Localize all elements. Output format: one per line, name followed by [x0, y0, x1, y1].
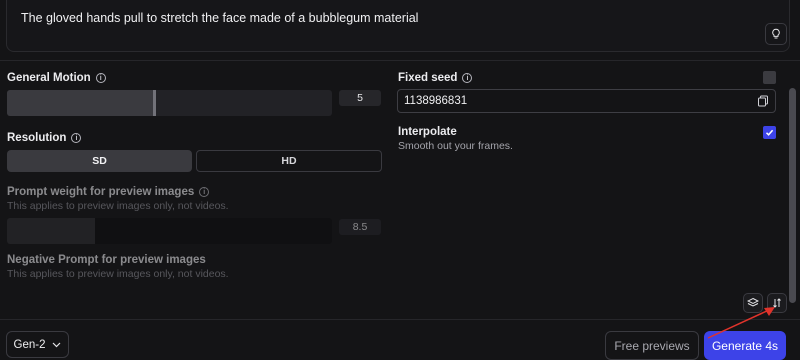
- negative-prompt-description: This applies to preview images only, not…: [7, 268, 229, 280]
- resolution-label: Resolution i: [7, 132, 82, 144]
- fixed-seed-label: Fixed seed i: [398, 72, 473, 84]
- general-motion-slider[interactable]: [7, 90, 332, 116]
- prompt-weight-label: Prompt weight for preview images i: [7, 186, 210, 198]
- info-icon[interactable]: i: [199, 187, 210, 197]
- chevron-down-icon: [53, 342, 61, 347]
- checkmark-icon: [765, 129, 774, 136]
- interpolate-checkbox[interactable]: [763, 126, 776, 139]
- layers-icon: [747, 297, 759, 307]
- settings-scrollbar[interactable]: [789, 88, 796, 303]
- copy-icon[interactable]: [757, 95, 769, 107]
- negative-prompt-label: Negative Prompt for preview images: [7, 254, 206, 266]
- interpolate-description: Smooth out your frames.: [398, 140, 513, 152]
- model-select-label: Gen-2: [13, 338, 46, 351]
- lightbulb-icon: [772, 28, 780, 39]
- prompt-box[interactable]: The gloved hands pull to stretch the fac…: [6, 0, 790, 52]
- fixed-seed-checkbox[interactable]: [763, 71, 776, 84]
- info-icon[interactable]: i: [71, 133, 82, 143]
- section-divider: [0, 60, 800, 61]
- prompt-text[interactable]: The gloved hands pull to stretch the fac…: [21, 11, 418, 25]
- prompt-hint-button[interactable]: [765, 23, 787, 45]
- resolution-sd-button[interactable]: SD: [7, 150, 192, 172]
- slider-fill: [7, 90, 153, 116]
- prompt-weight-slider[interactable]: [7, 218, 332, 244]
- slider-handle[interactable]: [153, 90, 156, 116]
- swap-arrows-icon: [773, 298, 781, 308]
- footer-divider: [0, 319, 800, 320]
- layers-button[interactable]: [743, 293, 763, 313]
- info-icon[interactable]: i: [462, 73, 473, 83]
- interpolate-label: Interpolate: [398, 126, 457, 138]
- general-motion-value[interactable]: 5: [339, 90, 381, 106]
- prompt-weight-description: This applies to preview images only, not…: [7, 200, 229, 212]
- info-icon[interactable]: i: [95, 73, 106, 83]
- prompt-weight-value[interactable]: 8.5: [339, 219, 381, 235]
- annotation-arrow: [707, 307, 775, 339]
- free-previews-button[interactable]: Free previews: [605, 331, 699, 360]
- general-motion-label: General Motion i: [7, 72, 106, 84]
- seed-value: 1138986831: [404, 95, 468, 107]
- model-select[interactable]: Gen-2: [6, 331, 69, 358]
- generate-button[interactable]: Generate 4s: [704, 331, 786, 360]
- resolution-hd-button[interactable]: HD: [196, 150, 382, 172]
- slider-fill: [7, 218, 95, 244]
- sort-settings-button[interactable]: [767, 293, 787, 313]
- seed-input[interactable]: 1138986831: [397, 89, 776, 113]
